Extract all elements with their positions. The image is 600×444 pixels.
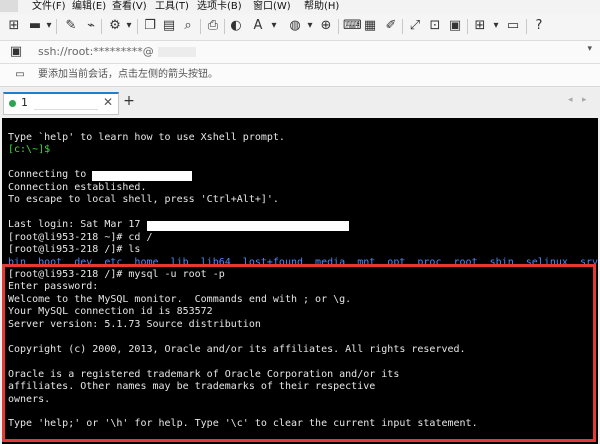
globe-icon[interactable]: ◍ [287, 18, 303, 34]
keyboard-icon[interactable]: ⌨ [343, 18, 362, 34]
chevron-down-icon[interactable]: ▾ [488, 18, 504, 34]
compose-icon[interactable]: ▦ [362, 18, 378, 34]
terminal-line: [root@li953-218 /]# ls [8, 244, 141, 256]
highlight-box [2, 264, 596, 442]
terminal-line: To escape to local shell, press 'Ctrl+Al… [8, 194, 279, 206]
find-icon[interactable]: ⌕ [180, 18, 196, 34]
menu-edit[interactable]: 编辑(E) [72, 0, 106, 13]
tab-bar: 1 ✕ + ◂ ▸ [0, 88, 600, 116]
address-redacted [158, 47, 196, 57]
hint-text: 要添加当前会话，点击左侧的箭头按钮。 [38, 69, 218, 80]
tab-next-icon[interactable]: ▸ [582, 95, 587, 105]
help-icon[interactable]: ? [531, 18, 547, 34]
redacted-host [92, 171, 192, 181]
new-tab-button[interactable]: + [121, 94, 137, 110]
comment-icon[interactable]: ▭ [505, 18, 521, 34]
address-input[interactable]: ssh://root:*********@ [38, 44, 154, 60]
terminal-line: Connecting to [8, 169, 93, 181]
terminal-line: [root@li953-218 ~]# cd / [8, 231, 153, 243]
transparent-icon[interactable]: ▣ [447, 18, 463, 34]
toolbar: ⊞ ▬ ▾ ✎ ⌁ ⚙ ▾ ❐ ▤ ⌕ ⎙ ◐ A ▾ ◍ ▾ ⊕ ⌨ ▦ ✐ … [0, 14, 600, 41]
menu-help[interactable]: 帮助(H) [304, 0, 339, 13]
terminal-line: Last login: Sat Mar 17 [8, 219, 147, 231]
reconnect-icon[interactable]: ⌁ [83, 18, 99, 34]
terminal-line: Type `help' to learn how to use Xshell p… [8, 132, 285, 143]
menu-window[interactable]: 窗口(W) [253, 0, 291, 13]
font-icon[interactable]: A [250, 18, 266, 34]
tab-prev-icon[interactable]: ◂ [568, 95, 573, 105]
redacted-login-info [147, 221, 349, 231]
terminal[interactable]: Type `help' to learn how to use Xshell p… [2, 118, 598, 444]
terminal-prompt: [c:\~]$ [8, 144, 51, 156]
menu-tools[interactable]: 工具(T) [155, 0, 189, 13]
script-icon[interactable]: ✐ [383, 18, 399, 34]
menu-view[interactable]: 查看(V) [112, 0, 147, 13]
tab-host-redacted [34, 98, 98, 110]
session-tab[interactable]: 1 ✕ [3, 92, 119, 115]
lock-icon[interactable]: ⊕ [318, 18, 334, 34]
chevron-down-icon[interactable]: ▾ [266, 18, 282, 34]
close-icon[interactable]: ✕ [103, 95, 113, 109]
app-icon [0, 0, 18, 12]
tab-number: 1 [21, 96, 28, 109]
chevron-down-icon[interactable]: ▾ [121, 18, 137, 34]
terminal-line: Connection established. [8, 181, 147, 193]
bookmark-icon[interactable]: ▭ [12, 67, 28, 83]
new-session-icon[interactable]: ⊞ [6, 18, 22, 34]
color-icon[interactable]: ◐ [228, 18, 244, 34]
address-dropdown-icon[interactable]: ▾ [587, 44, 592, 54]
copy-icon[interactable]: ❐ [142, 18, 158, 34]
paste-icon[interactable]: ▤ [161, 18, 177, 34]
menu-file[interactable]: 文件(F) [32, 0, 66, 13]
connected-status-icon [9, 100, 16, 107]
lock-screen-icon[interactable]: ⊡ [427, 18, 443, 34]
add-icon[interactable]: ⊞ [472, 18, 488, 34]
chevron-down-icon[interactable]: ▾ [302, 18, 318, 34]
hint-bar: ▭ 要添加当前会话，点击左侧的箭头按钮。 [0, 64, 600, 87]
address-book-icon[interactable]: ▣ [8, 44, 24, 60]
menu-bar: 文件(F) 编辑(E) 查看(V) 工具(T) 选项卡(B) 窗口(W) 帮助(… [0, 0, 600, 14]
pencil-icon[interactable]: ✎ [63, 18, 79, 34]
chevron-down-icon[interactable]: ▾ [41, 18, 57, 34]
fullscreen-icon[interactable]: ⤢ [407, 18, 423, 34]
menu-tabs[interactable]: 选项卡(B) [197, 0, 242, 13]
address-bar: ▣ ssh://root:*********@ ▾ [0, 41, 600, 64]
print-icon[interactable]: ⎙ [205, 18, 221, 34]
